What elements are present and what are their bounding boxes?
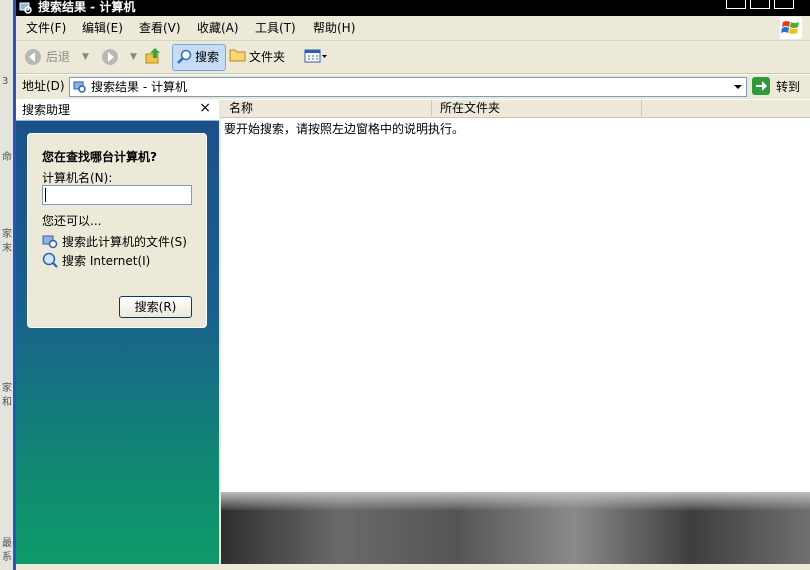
edge-char: 家 [2,383,12,394]
edge-char: 和 [2,397,12,408]
magnifier-icon [177,49,193,65]
minimize-button[interactable] [726,0,746,9]
card-heading: 您在查找哪台计算机? [42,150,157,164]
column-folder[interactable]: 所在文件夹 [432,100,642,116]
edge-char: 命 [2,152,12,163]
forward-arrow-icon[interactable] [101,48,119,72]
menu-file[interactable]: 文件(F) [26,20,66,36]
edge-char: 3 [2,76,9,87]
menu-bar: 文件(F) 编辑(E) 查看(V) 收藏(A) 工具(T) 帮助(H) [16,16,810,41]
toolbar: 后退 ▼ ▼ 搜索 文件夹 [16,41,810,74]
search-button[interactable]: 搜索 [172,44,226,71]
pane-close-icon[interactable]: × [199,100,211,116]
computer-name-label: 计算机名(N): [42,171,113,185]
pane-header: 搜索助理 × [16,100,219,121]
address-bar: 地址(D) 搜索结果 - 计算机 转到 [16,75,810,99]
menu-edit[interactable]: 编辑(E) [82,20,123,36]
go-arrow-icon [752,77,770,95]
search-computer-icon [73,80,87,94]
strip-highlight [221,492,810,510]
computer-search-card: 您在查找哪台计算机? 计算机名(N): 您还可以... 搜索此计算机的文件(S)… [27,133,207,328]
folder-icon[interactable] [229,47,247,71]
back-arrow-icon[interactable] [24,48,42,72]
title-bar[interactable]: 搜索结果 - 计算机 [16,0,810,16]
window-left-edge: 3 命 家 末 家 和 最 系 [0,0,16,570]
views-icon[interactable] [304,48,328,72]
address-label: 地址(D) [22,79,65,93]
maximize-button[interactable] [750,0,770,9]
background-image-strip [221,492,810,564]
menu-view[interactable]: 查看(V) [139,20,181,36]
up-folder-icon[interactable] [144,47,162,71]
forward-dropdown-icon[interactable]: ▼ [130,45,137,69]
back-dropdown-icon[interactable]: ▼ [82,45,89,69]
address-field[interactable]: 搜索结果 - 计算机 [69,77,747,97]
edge-char: 最 [2,538,12,549]
address-value: 搜索结果 - 计算机 [91,80,187,94]
computer-name-input[interactable] [42,185,192,205]
internet-search-icon [42,252,58,268]
menu-help[interactable]: 帮助(H) [313,20,355,36]
search-computer-icon [19,1,32,14]
search-button-label: 搜索 [195,50,220,64]
menu-favorites[interactable]: 收藏(A) [197,20,239,36]
status-bar [16,564,810,570]
text-caret [45,188,46,202]
search-files-label: 搜索此计算机的文件(S) [62,235,187,249]
edge-char: 家 [2,229,12,240]
search-internet-label: 搜索 Internet(I) [62,254,151,268]
search-assistant-pane: 搜索助理 × 您在查找哪台计算机? 计算机名(N): 您还可以... 搜索此计算… [16,100,219,565]
address-dropdown-icon[interactable] [730,78,746,96]
window-title: 搜索结果 - 计算机 [38,0,136,14]
edge-char: 末 [2,243,12,254]
go-label: 转到 [776,80,801,94]
computer-search-icon [42,233,58,249]
close-button[interactable] [774,0,794,9]
pane-title: 搜索助理 [22,103,71,117]
results-instruction: 要开始搜索，请按照左边窗格中的说明执行。 [224,122,465,136]
column-name[interactable]: 名称 [221,100,432,116]
folders-button[interactable]: 文件夹 [249,45,285,69]
back-button[interactable]: 后退 [46,45,70,69]
menu-tools[interactable]: 工具(T) [255,20,296,36]
search-internet-link[interactable]: 搜索 Internet(I) [42,251,202,269]
windows-logo-icon [780,17,802,39]
edge-char: 系 [2,552,12,563]
search-submit-button[interactable]: 搜索(R) [119,296,192,318]
results-header: 名称 所在文件夹 [221,100,810,118]
search-files-link[interactable]: 搜索此计算机的文件(S) [42,232,202,250]
also-label: 您还可以... [42,214,102,228]
